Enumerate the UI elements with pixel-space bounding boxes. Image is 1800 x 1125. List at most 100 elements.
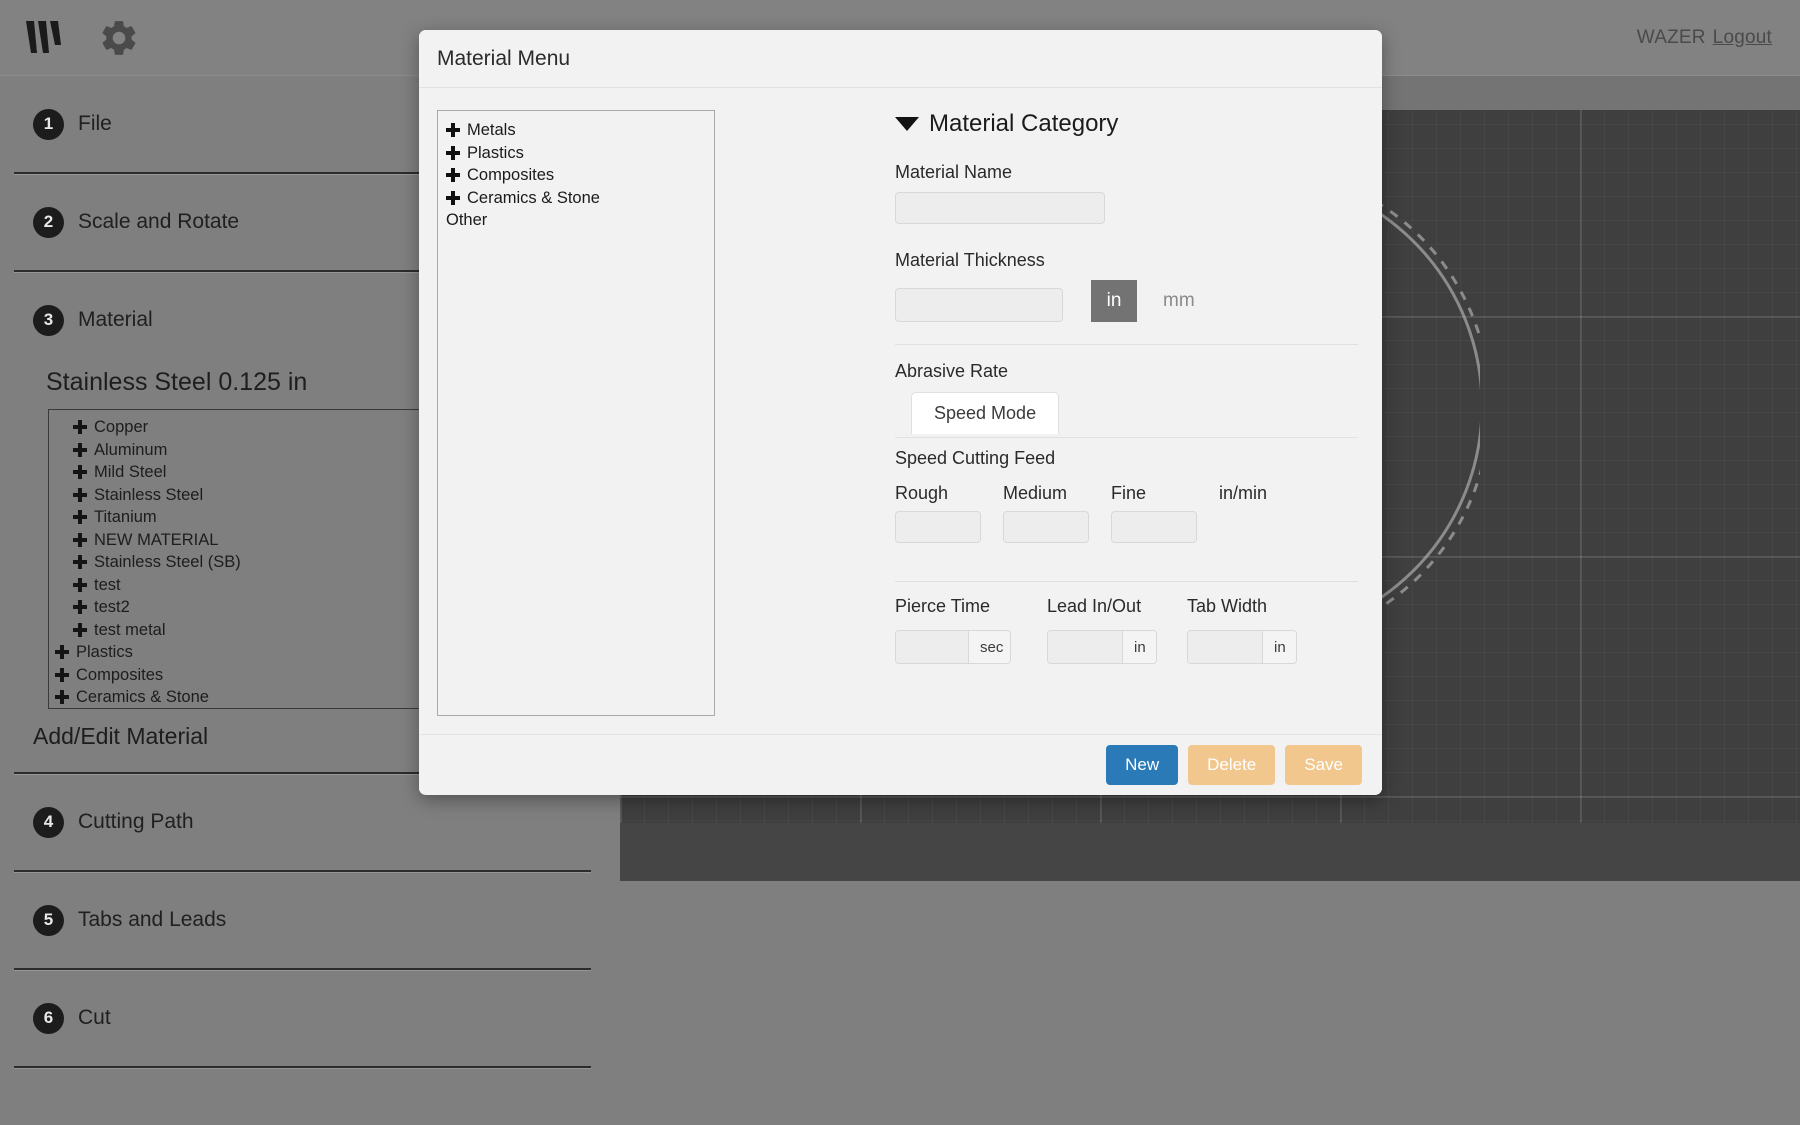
tree-node-label: Mild Steel: [94, 463, 167, 481]
tree-node-label: Titanium: [94, 508, 157, 526]
tree-node[interactable]: Ceramics & Stone: [438, 187, 714, 210]
gear-icon[interactable]: [96, 15, 142, 61]
step-number: 2: [33, 206, 64, 238]
step-label: Tabs and Leads: [78, 908, 227, 931]
step-number: 3: [33, 304, 64, 336]
expand-plus-icon[interactable]: [446, 145, 460, 160]
tab-width-label: Tab Width: [1187, 596, 1268, 616]
material-form: Material Category Material Name Material…: [715, 110, 1364, 734]
sidebar-item-tabs-and-leads[interactable]: 5 Tabs and Leads: [0, 872, 620, 970]
unit-toggle-mm[interactable]: mm: [1163, 290, 1195, 312]
material-thickness-input[interactable]: [895, 288, 1063, 322]
tree-node-label: test metal: [94, 620, 166, 639]
lead-in-out-group: in: [1047, 630, 1157, 664]
tree-node[interactable]: Composites: [438, 164, 714, 187]
expand-plus-icon[interactable]: [73, 532, 87, 547]
tree-node-label: Composites: [467, 166, 555, 184]
step-number: 5: [33, 904, 64, 936]
step-number: 4: [33, 806, 64, 838]
step-header[interactable]: 5 Tabs and Leads: [0, 872, 620, 968]
category-tree[interactable]: Metals Plastics Composites Ceramics & Stone…: [437, 110, 715, 716]
feed-input-fine[interactable]: [1111, 511, 1197, 543]
step-header[interactable]: 6 Cut: [0, 970, 620, 1066]
expand-plus-icon[interactable]: [73, 487, 87, 502]
delete-button[interactable]: Delete: [1188, 744, 1276, 785]
step-divider: [14, 1066, 591, 1068]
lead-in-out-input[interactable]: [1048, 631, 1122, 663]
tree-node-label: Plastics: [76, 643, 133, 661]
step-number: 6: [33, 1002, 64, 1034]
material-menu-dialog: Material Menu Metals Plastics Composites Ce…: [419, 30, 1382, 795]
unit-toggle-in[interactable]: in: [1091, 280, 1137, 322]
expand-plus-icon[interactable]: [55, 645, 69, 660]
pierce-time-group: sec: [895, 630, 1011, 664]
pierce-time-input[interactable]: [896, 631, 968, 663]
section-divider-2: [895, 581, 1358, 582]
expand-plus-icon[interactable]: [73, 555, 87, 570]
step-label: Material: [78, 308, 153, 331]
tree-node[interactable]: Plastics: [438, 142, 714, 165]
feed-column-labels: Rough Medium Fine in/min: [895, 483, 1358, 504]
tree-node-label: NEW MATERIAL: [94, 530, 219, 549]
step-label: Cut: [78, 1006, 111, 1029]
expand-plus-icon[interactable]: [73, 442, 87, 457]
expand-plus-icon[interactable]: [73, 420, 87, 435]
param-inputs-row: sec in in: [895, 630, 1358, 664]
tree-node[interactable]: Metals: [438, 119, 714, 142]
tree-node-label: Copper: [94, 418, 149, 436]
feed-label-medium: Medium: [1003, 483, 1068, 503]
material-thickness-label: Material Thickness: [895, 250, 1045, 270]
tree-node-label: Stainless Steel (SB): [94, 553, 241, 571]
tree-node-label: test2: [94, 598, 130, 616]
gear-glyph: [102, 20, 136, 55]
tab-speed-mode[interactable]: Speed Mode: [911, 392, 1060, 434]
expand-plus-icon[interactable]: [55, 667, 69, 682]
account-area: WAZER Logout: [1637, 27, 1772, 49]
feed-label-fine: Fine: [1111, 483, 1147, 503]
expand-plus-icon[interactable]: [73, 577, 87, 592]
material-category-title: Material Category: [929, 110, 1119, 137]
feed-input-rough[interactable]: [895, 511, 981, 543]
step-label: Scale and Rotate: [78, 210, 240, 233]
feed-input-medium[interactable]: [1003, 511, 1089, 543]
feed-inputs: [895, 511, 1358, 543]
expand-plus-icon[interactable]: [55, 690, 69, 705]
tree-node[interactable]: Other: [438, 209, 714, 232]
step-label: Cutting Path: [78, 810, 194, 833]
dialog-header: Material Menu: [419, 30, 1382, 88]
material-name-input[interactable]: [895, 192, 1105, 224]
new-button[interactable]: New: [1106, 744, 1179, 785]
tab-baseline: [895, 437, 1358, 438]
logo-w-glyph: [26, 20, 61, 53]
material-name-label: Material Name: [895, 162, 1013, 182]
material-category-header[interactable]: Material Category: [895, 110, 1358, 138]
tree-node-label: Aluminum: [94, 440, 168, 459]
lead-in-out-unit: in: [1122, 631, 1156, 663]
expand-plus-icon[interactable]: [446, 190, 460, 205]
sidebar-item-cut[interactable]: 6 Cut: [0, 970, 620, 1068]
dialog-body: Metals Plastics Composites Ceramics & Stone…: [419, 88, 1382, 734]
tree-node-label: Plastics: [467, 143, 524, 162]
step-number: 1: [33, 108, 64, 140]
abrasive-tabstrip: Speed Mode: [895, 392, 1358, 438]
pierce-time-unit: sec: [968, 631, 1010, 663]
account-name: WAZER: [1636, 26, 1706, 48]
expand-plus-icon[interactable]: [73, 465, 87, 480]
expand-plus-icon[interactable]: [73, 622, 87, 637]
abrasive-rate-label: Abrasive Rate: [895, 361, 1009, 381]
tree-node-label: Other: [446, 211, 488, 229]
logout-link[interactable]: Logout: [1713, 27, 1772, 49]
save-button[interactable]: Save: [1285, 744, 1362, 785]
expand-plus-icon[interactable]: [446, 123, 460, 138]
speed-cutting-feed-label: Speed Cutting Feed: [895, 448, 1056, 468]
wazer-logo-icon[interactable]: [22, 18, 68, 58]
feed-label-rough: Rough: [895, 483, 949, 503]
chevron-down-icon[interactable]: [895, 117, 919, 131]
tree-node-label: Ceramics & Stone: [76, 688, 209, 706]
expand-plus-icon[interactable]: [73, 510, 87, 525]
expand-plus-icon[interactable]: [73, 600, 87, 615]
expand-plus-icon[interactable]: [446, 168, 460, 183]
pierce-time-label: Pierce Time: [895, 596, 991, 616]
tab-width-input[interactable]: [1188, 631, 1262, 663]
tree-node-label: Stainless Steel: [94, 485, 204, 504]
